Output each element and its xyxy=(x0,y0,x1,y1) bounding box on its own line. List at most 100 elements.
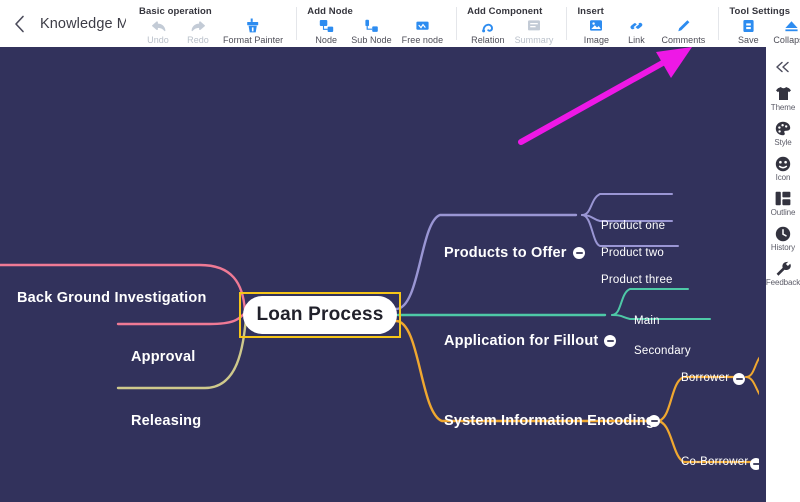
node-secondary[interactable]: Secondary xyxy=(634,345,691,357)
right-sidebar: Theme Style Icon Outline History Feedbac… xyxy=(766,47,800,502)
toolbar-item-label: Collapse xyxy=(773,35,800,45)
toolbar-item-label: Relation xyxy=(471,35,505,45)
double-chevron-left-icon[interactable] xyxy=(770,55,796,79)
node-products-to-offer[interactable]: Products to Offer xyxy=(444,245,567,261)
node-application-for-fillout[interactable]: Application for Fillout xyxy=(444,333,598,349)
sidebar-item-history[interactable]: History xyxy=(766,225,800,252)
node-borrower[interactable]: Borrower xyxy=(681,372,729,384)
sidebar-item-style[interactable]: Style xyxy=(766,120,800,147)
collapse-icon xyxy=(784,18,799,33)
relation-icon xyxy=(481,18,495,33)
root-node[interactable]: Loan Process xyxy=(243,296,397,334)
undo-button[interactable]: Undo xyxy=(138,18,178,45)
toolbar-group-title: Insert xyxy=(577,6,604,17)
summary-icon xyxy=(527,18,541,33)
canvas-right-edge-strip xyxy=(759,47,766,502)
redo-button[interactable]: Redo xyxy=(178,18,218,45)
save-lock-icon xyxy=(742,18,755,33)
mindmap-edges xyxy=(0,193,800,493)
edge-main xyxy=(611,288,689,316)
wrench-icon xyxy=(775,260,791,277)
toolbar-group-basic-operation: Basic operation Undo Redo Format Painter xyxy=(128,0,296,47)
sidebar-item-label: Outline xyxy=(770,208,796,217)
sidebar-item-label: History xyxy=(770,243,796,252)
toolbar-group-add-node: Add Node Node Sub Node Free node xyxy=(296,0,456,47)
toolbar-item-label: Summary xyxy=(514,35,554,45)
toolbar-item-label: Free node xyxy=(401,35,444,45)
image-icon xyxy=(589,18,603,33)
add-summary-button[interactable]: Summary xyxy=(510,18,559,45)
tshirt-icon xyxy=(775,85,792,102)
palette-icon xyxy=(775,120,791,137)
edge-product-one xyxy=(581,193,673,216)
toolbar-group-add-component: Add Component Relation Summary xyxy=(456,0,566,47)
toolbar-group-tool-settings: Tool Settings Save Collapse xyxy=(718,0,800,47)
toolbar-item-label: Format Painter xyxy=(223,35,284,45)
toolbar-item-label: Undo xyxy=(147,35,169,45)
toolbar-group-items: Undo Redo Format Painter xyxy=(138,18,288,45)
redo-arrow-icon xyxy=(190,18,207,33)
add-node-button[interactable]: Node xyxy=(306,18,346,45)
sidebar-item-outline[interactable]: Outline xyxy=(766,190,800,217)
toolbar-item-label: Redo xyxy=(187,35,209,45)
collapse-button[interactable]: Collapse xyxy=(768,18,800,45)
node-releasing[interactable]: Releasing xyxy=(131,413,201,429)
clock-icon xyxy=(775,225,791,242)
collapse-toggle-system-information-encoding[interactable] xyxy=(648,415,660,427)
smiley-face-icon xyxy=(775,155,791,172)
toolbar-group-title: Basic operation xyxy=(139,6,212,17)
collapse-toggle-products-to-offer[interactable] xyxy=(573,247,585,259)
add-relation-button[interactable]: Relation xyxy=(466,18,509,45)
edge-approval xyxy=(116,311,247,326)
add-free-node-button[interactable]: Free node xyxy=(397,18,448,45)
sub-node-icon xyxy=(364,18,379,33)
insert-image-button[interactable]: Image xyxy=(576,18,616,45)
node-icon xyxy=(319,18,334,33)
collapse-toggle-application-for-fillout[interactable] xyxy=(604,335,616,347)
sidebar-item-label: Icon xyxy=(775,173,791,182)
undo-arrow-icon xyxy=(150,18,167,33)
mindmap-editor-window: Knowledge Map Basic operation Undo Redo xyxy=(0,0,800,502)
link-icon xyxy=(629,18,644,33)
save-button[interactable]: Save xyxy=(728,18,768,45)
insert-link-button[interactable]: Link xyxy=(616,18,656,45)
toolbar-left-section: Knowledge Map xyxy=(0,0,128,47)
toolbar-item-label: Save xyxy=(738,35,759,45)
node-main[interactable]: Main xyxy=(634,315,660,327)
node-system-information-encoding[interactable]: System Information Encoding xyxy=(444,413,655,429)
toolbar-group-items: Node Sub Node Free node xyxy=(306,18,448,45)
node-product-one[interactable]: Product one xyxy=(601,220,665,232)
sidebar-item-label: Theme xyxy=(770,103,796,112)
add-sub-node-button[interactable]: Sub Node xyxy=(346,18,396,45)
toolbar-group-insert: Insert Image Link Comments xyxy=(566,0,718,47)
toolbar-group-title: Tool Settings xyxy=(729,6,791,17)
format-painter-button[interactable]: Format Painter xyxy=(218,18,288,45)
toolbar-group-items: Save Collapse xyxy=(728,18,800,45)
toolbar-item-label: Node xyxy=(315,35,338,45)
back-icon[interactable] xyxy=(8,13,30,35)
toolbar-group-title: Add Node xyxy=(307,6,353,17)
node-product-three[interactable]: Product three xyxy=(601,274,673,286)
mindmap-canvas[interactable]: Loan Process Back Ground Investigation A… xyxy=(0,47,800,502)
edge-secondary xyxy=(611,314,711,320)
sidebar-item-label: Feedback xyxy=(765,278,800,287)
top-toolbar: Knowledge Map Basic operation Undo Redo xyxy=(0,0,800,47)
collapse-toggle-borrower[interactable] xyxy=(733,373,745,385)
toolbar-item-label: Comments xyxy=(661,35,706,45)
toolbar-group-title: Add Component xyxy=(467,6,543,17)
node-back-ground-investigation[interactable]: Back Ground Investigation xyxy=(17,290,207,306)
insert-comments-button[interactable]: Comments xyxy=(656,18,710,45)
node-co-borrower[interactable]: Co-Borrower xyxy=(681,456,748,468)
document-title[interactable]: Knowledge Map xyxy=(40,16,126,32)
sidebar-item-feedback[interactable]: Feedback xyxy=(766,260,800,287)
toolbar-group-items: Image Link Comments xyxy=(576,18,710,45)
format-painter-icon xyxy=(246,18,261,33)
sidebar-item-theme[interactable]: Theme xyxy=(766,85,800,112)
toolbar-item-label: Link xyxy=(628,35,645,45)
node-product-two[interactable]: Product two xyxy=(601,247,664,259)
node-approval[interactable]: Approval xyxy=(131,349,195,365)
toolbar-group-items: Relation Summary xyxy=(466,18,558,45)
sidebar-item-icon[interactable]: Icon xyxy=(766,155,800,182)
toolbar-item-label: Sub Node xyxy=(351,35,392,45)
sidebar-item-label: Style xyxy=(774,138,792,147)
